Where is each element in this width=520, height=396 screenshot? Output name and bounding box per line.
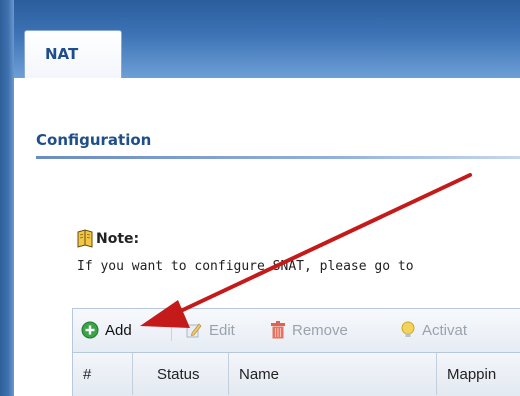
left-frame-border xyxy=(0,0,14,396)
add-button[interactable]: Add xyxy=(81,309,132,351)
column-header-name[interactable]: Name xyxy=(229,353,437,395)
table-header: # Status Name Mappin xyxy=(72,352,520,396)
remove-button-label: Remove xyxy=(292,321,348,339)
lightbulb-icon xyxy=(401,321,415,337)
note-icon xyxy=(77,229,93,248)
section-title: Configuration xyxy=(36,131,152,149)
activate-button[interactable]: Activat xyxy=(400,309,467,351)
edit-icon xyxy=(186,323,202,338)
add-button-label: Add xyxy=(105,321,132,339)
toolbar: Add Edit Remove Activat xyxy=(72,308,520,352)
activate-button-label: Activat xyxy=(422,321,468,339)
tab-nat[interactable]: NAT xyxy=(24,30,122,78)
remove-button[interactable]: Remove xyxy=(270,309,348,351)
column-header-status[interactable]: Status xyxy=(133,353,229,395)
column-header-mapping[interactable]: Mappin xyxy=(437,353,520,395)
section-divider xyxy=(36,156,520,159)
add-icon xyxy=(81,321,99,339)
note-title: Note: xyxy=(96,231,140,247)
note-text: If you want to configure SNAT, please go… xyxy=(77,259,414,274)
tab-nat-label: NAT xyxy=(45,45,79,63)
trash-icon xyxy=(271,321,285,339)
toolbar-separator xyxy=(171,319,172,341)
column-header-number[interactable]: # xyxy=(73,353,133,395)
edit-button[interactable]: Edit xyxy=(185,309,235,351)
edit-button-label: Edit xyxy=(209,321,235,339)
